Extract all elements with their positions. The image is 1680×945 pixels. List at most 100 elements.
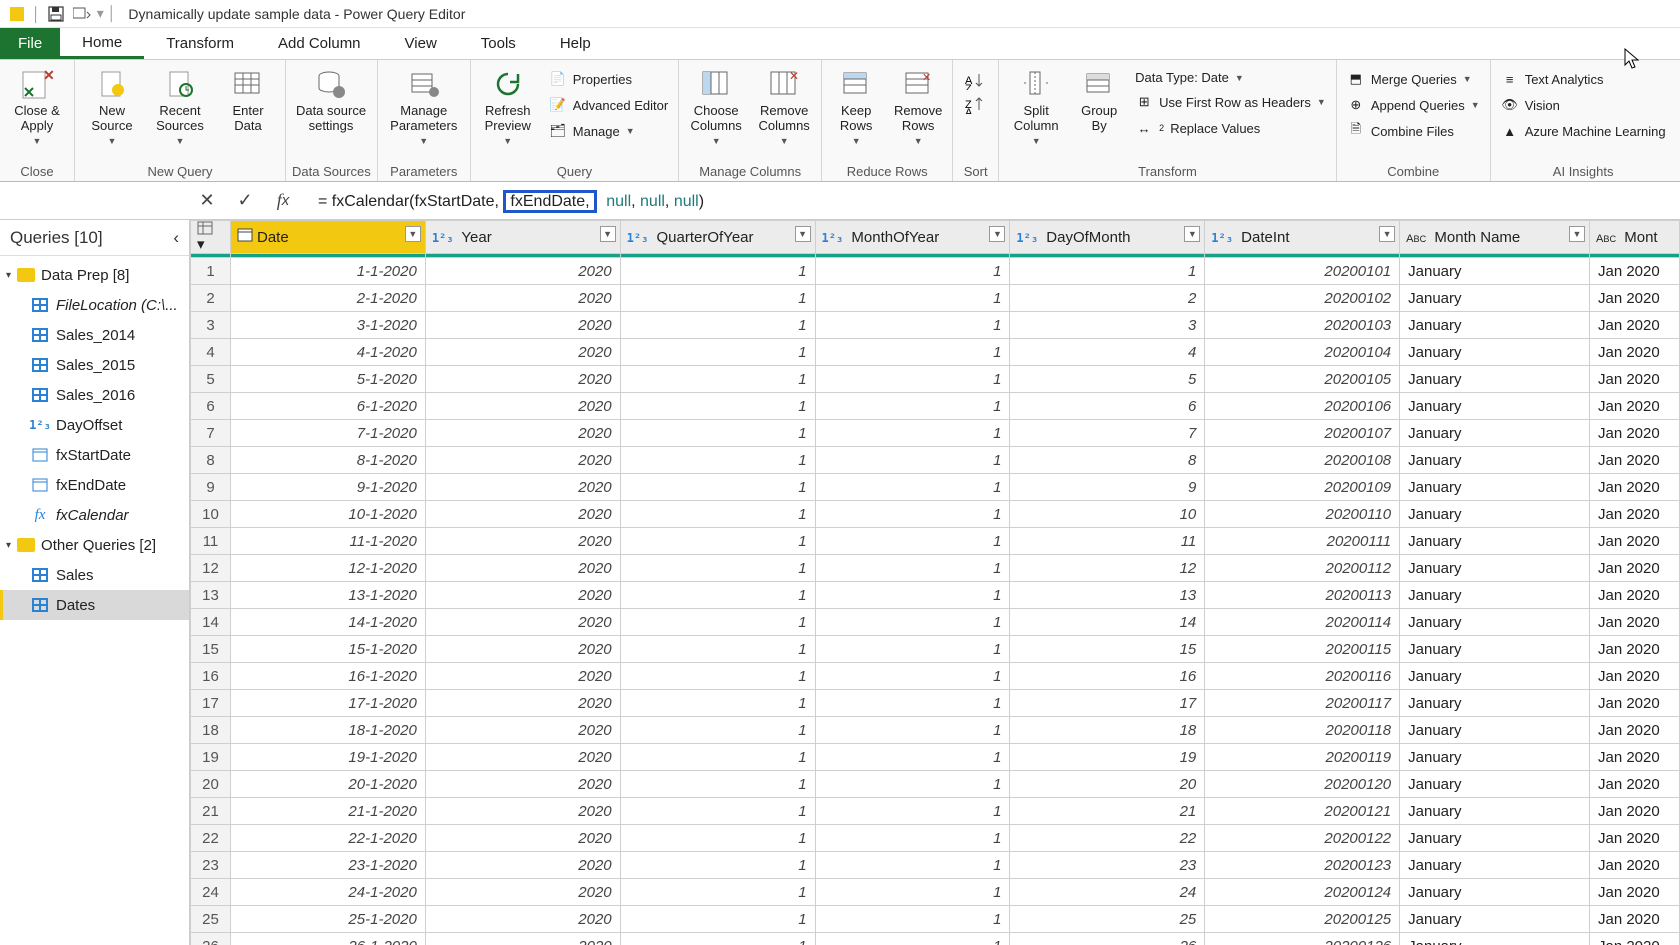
cell-monthname[interactable]: January (1400, 312, 1590, 339)
table-row[interactable]: 2626-1-20202020112620200126JanuaryJan 20… (191, 933, 1680, 945)
column-header-dateint[interactable]: 1²₃ DateInt▼ (1205, 221, 1400, 254)
query-fxcalendar[interactable]: fxfxCalendar (0, 500, 189, 530)
cell-quarter[interactable]: 1 (620, 906, 815, 933)
table-row[interactable]: 1717-1-20202020111720200117JanuaryJan 20… (191, 690, 1680, 717)
cell-year[interactable]: 2020 (425, 906, 620, 933)
cell-year[interactable]: 2020 (425, 582, 620, 609)
cell-monthshort[interactable]: Jan 2020 (1589, 285, 1679, 312)
cell-year[interactable]: 2020 (425, 663, 620, 690)
cell-day[interactable]: 9 (1010, 474, 1205, 501)
cell-quarter[interactable]: 1 (620, 555, 815, 582)
column-header-day[interactable]: 1²₃ DayOfMonth▼ (1010, 221, 1205, 254)
cell-day[interactable]: 7 (1010, 420, 1205, 447)
sort-asc-button[interactable]: AZ (965, 72, 987, 90)
table-row[interactable]: 1212-1-20202020111220200112JanuaryJan 20… (191, 555, 1680, 582)
cell-day[interactable]: 22 (1010, 825, 1205, 852)
cell-dateint[interactable]: 20200101 (1205, 258, 1400, 285)
cell-monthname[interactable]: January (1400, 609, 1590, 636)
table-row[interactable]: 1616-1-20202020111620200116JanuaryJan 20… (191, 663, 1680, 690)
table-row[interactable]: 2424-1-20202020112420200124JanuaryJan 20… (191, 879, 1680, 906)
formula-accept-button[interactable]: ✓ (228, 186, 262, 216)
cell-day[interactable]: 12 (1010, 555, 1205, 582)
manage-query-button[interactable]: 🗂Manage ▼ (545, 120, 672, 142)
cell-date[interactable]: 18-1-2020 (230, 717, 425, 744)
cell-date[interactable]: 4-1-2020 (230, 339, 425, 366)
table-row[interactable]: 33-1-2020202011320200103JanuaryJan 2020 (191, 312, 1680, 339)
table-row[interactable]: 1111-1-20202020111120200111JanuaryJan 20… (191, 528, 1680, 555)
vision-button[interactable]: 👁Vision (1497, 94, 1670, 116)
cell-year[interactable]: 2020 (425, 366, 620, 393)
query-sales-2015[interactable]: Sales_2015 (0, 350, 189, 380)
cell-year[interactable]: 2020 (425, 501, 620, 528)
cell-month[interactable]: 1 (815, 447, 1010, 474)
cell-monthshort[interactable]: Jan 2020 (1589, 339, 1679, 366)
cell-quarter[interactable]: 1 (620, 447, 815, 474)
cell-monthshort[interactable]: Jan 2020 (1589, 798, 1679, 825)
use-first-row-button[interactable]: ⊞Use First Row as Headers ▼ (1131, 91, 1330, 113)
cell-dateint[interactable]: 20200124 (1205, 879, 1400, 906)
cell-quarter[interactable]: 1 (620, 285, 815, 312)
column-header-month[interactable]: 1²₃ MonthOfYear▼ (815, 221, 1010, 254)
cell-monthshort[interactable]: Jan 2020 (1589, 447, 1679, 474)
cell-year[interactable]: 2020 (425, 744, 620, 771)
cell-day[interactable]: 10 (1010, 501, 1205, 528)
cell-monthname[interactable]: January (1400, 906, 1590, 933)
cell-dateint[interactable]: 20200102 (1205, 285, 1400, 312)
cell-monthshort[interactable]: Jan 2020 (1589, 852, 1679, 879)
cell-year[interactable]: 2020 (425, 393, 620, 420)
table-row[interactable]: 22-1-2020202011220200102JanuaryJan 2020 (191, 285, 1680, 312)
cell-year[interactable]: 2020 (425, 771, 620, 798)
data-grid[interactable]: ▾ Date▼ 1²₃ Year▼ 1²₃ QuarterOfYear▼ 1²₃… (190, 220, 1680, 945)
cell-dateint[interactable]: 20200126 (1205, 933, 1400, 945)
cell-date[interactable]: 8-1-2020 (230, 447, 425, 474)
cell-monthshort[interactable]: Jan 2020 (1589, 366, 1679, 393)
table-row[interactable]: 66-1-2020202011620200106JanuaryJan 2020 (191, 393, 1680, 420)
table-row[interactable]: 2525-1-20202020112520200125JanuaryJan 20… (191, 906, 1680, 933)
cell-dateint[interactable]: 20200113 (1205, 582, 1400, 609)
cell-day[interactable]: 21 (1010, 798, 1205, 825)
cell-dateint[interactable]: 20200117 (1205, 690, 1400, 717)
table-row[interactable]: 2222-1-20202020112220200122JanuaryJan 20… (191, 825, 1680, 852)
data-source-settings-button[interactable]: Data source settings (292, 64, 370, 134)
recent-sources-button[interactable]: Recent Sources▼ (149, 64, 211, 146)
tab-transform[interactable]: Transform (144, 28, 256, 59)
close-apply-button[interactable]: ✕ Close & Apply ▼ (6, 64, 68, 146)
cell-year[interactable]: 2020 (425, 420, 620, 447)
cell-monthname[interactable]: January (1400, 663, 1590, 690)
cell-date[interactable]: 14-1-2020 (230, 609, 425, 636)
sort-desc-button[interactable]: ZA (965, 96, 987, 114)
refresh-preview-button[interactable]: Refresh Preview▼ (477, 64, 539, 146)
cell-quarter[interactable]: 1 (620, 501, 815, 528)
query-fxstartdate[interactable]: fxStartDate (0, 440, 189, 470)
cell-day[interactable]: 15 (1010, 636, 1205, 663)
cell-monthshort[interactable]: Jan 2020 (1589, 528, 1679, 555)
cell-month[interactable]: 1 (815, 717, 1010, 744)
cell-dateint[interactable]: 20200115 (1205, 636, 1400, 663)
cell-quarter[interactable]: 1 (620, 798, 815, 825)
cell-monthshort[interactable]: Jan 2020 (1589, 501, 1679, 528)
column-header-quarter[interactable]: 1²₃ QuarterOfYear▼ (620, 221, 815, 254)
cell-year[interactable]: 2020 (425, 636, 620, 663)
cell-monthname[interactable]: January (1400, 339, 1590, 366)
cell-year[interactable]: 2020 (425, 474, 620, 501)
cell-dateint[interactable]: 20200105 (1205, 366, 1400, 393)
table-row[interactable]: 44-1-2020202011420200104JanuaryJan 2020 (191, 339, 1680, 366)
cell-monthshort[interactable]: Jan 2020 (1589, 771, 1679, 798)
cell-quarter[interactable]: 1 (620, 717, 815, 744)
cell-day[interactable]: 18 (1010, 717, 1205, 744)
cell-day[interactable]: 6 (1010, 393, 1205, 420)
cell-monthshort[interactable]: Jan 2020 (1589, 690, 1679, 717)
cell-date[interactable]: 25-1-2020 (230, 906, 425, 933)
table-row[interactable]: 1313-1-20202020111320200113JanuaryJan 20… (191, 582, 1680, 609)
cell-date[interactable]: 20-1-2020 (230, 771, 425, 798)
cell-monthname[interactable]: January (1400, 852, 1590, 879)
remove-columns-button[interactable]: ✕ Remove Columns▼ (753, 64, 815, 146)
cell-monthname[interactable]: January (1400, 474, 1590, 501)
cell-monthshort[interactable]: Jan 2020 (1589, 609, 1679, 636)
cell-monthname[interactable]: January (1400, 420, 1590, 447)
cell-quarter[interactable]: 1 (620, 825, 815, 852)
cell-day[interactable]: 24 (1010, 879, 1205, 906)
save-icon[interactable] (47, 5, 65, 23)
cell-monthshort[interactable]: Jan 2020 (1589, 420, 1679, 447)
cell-dateint[interactable]: 20200103 (1205, 312, 1400, 339)
